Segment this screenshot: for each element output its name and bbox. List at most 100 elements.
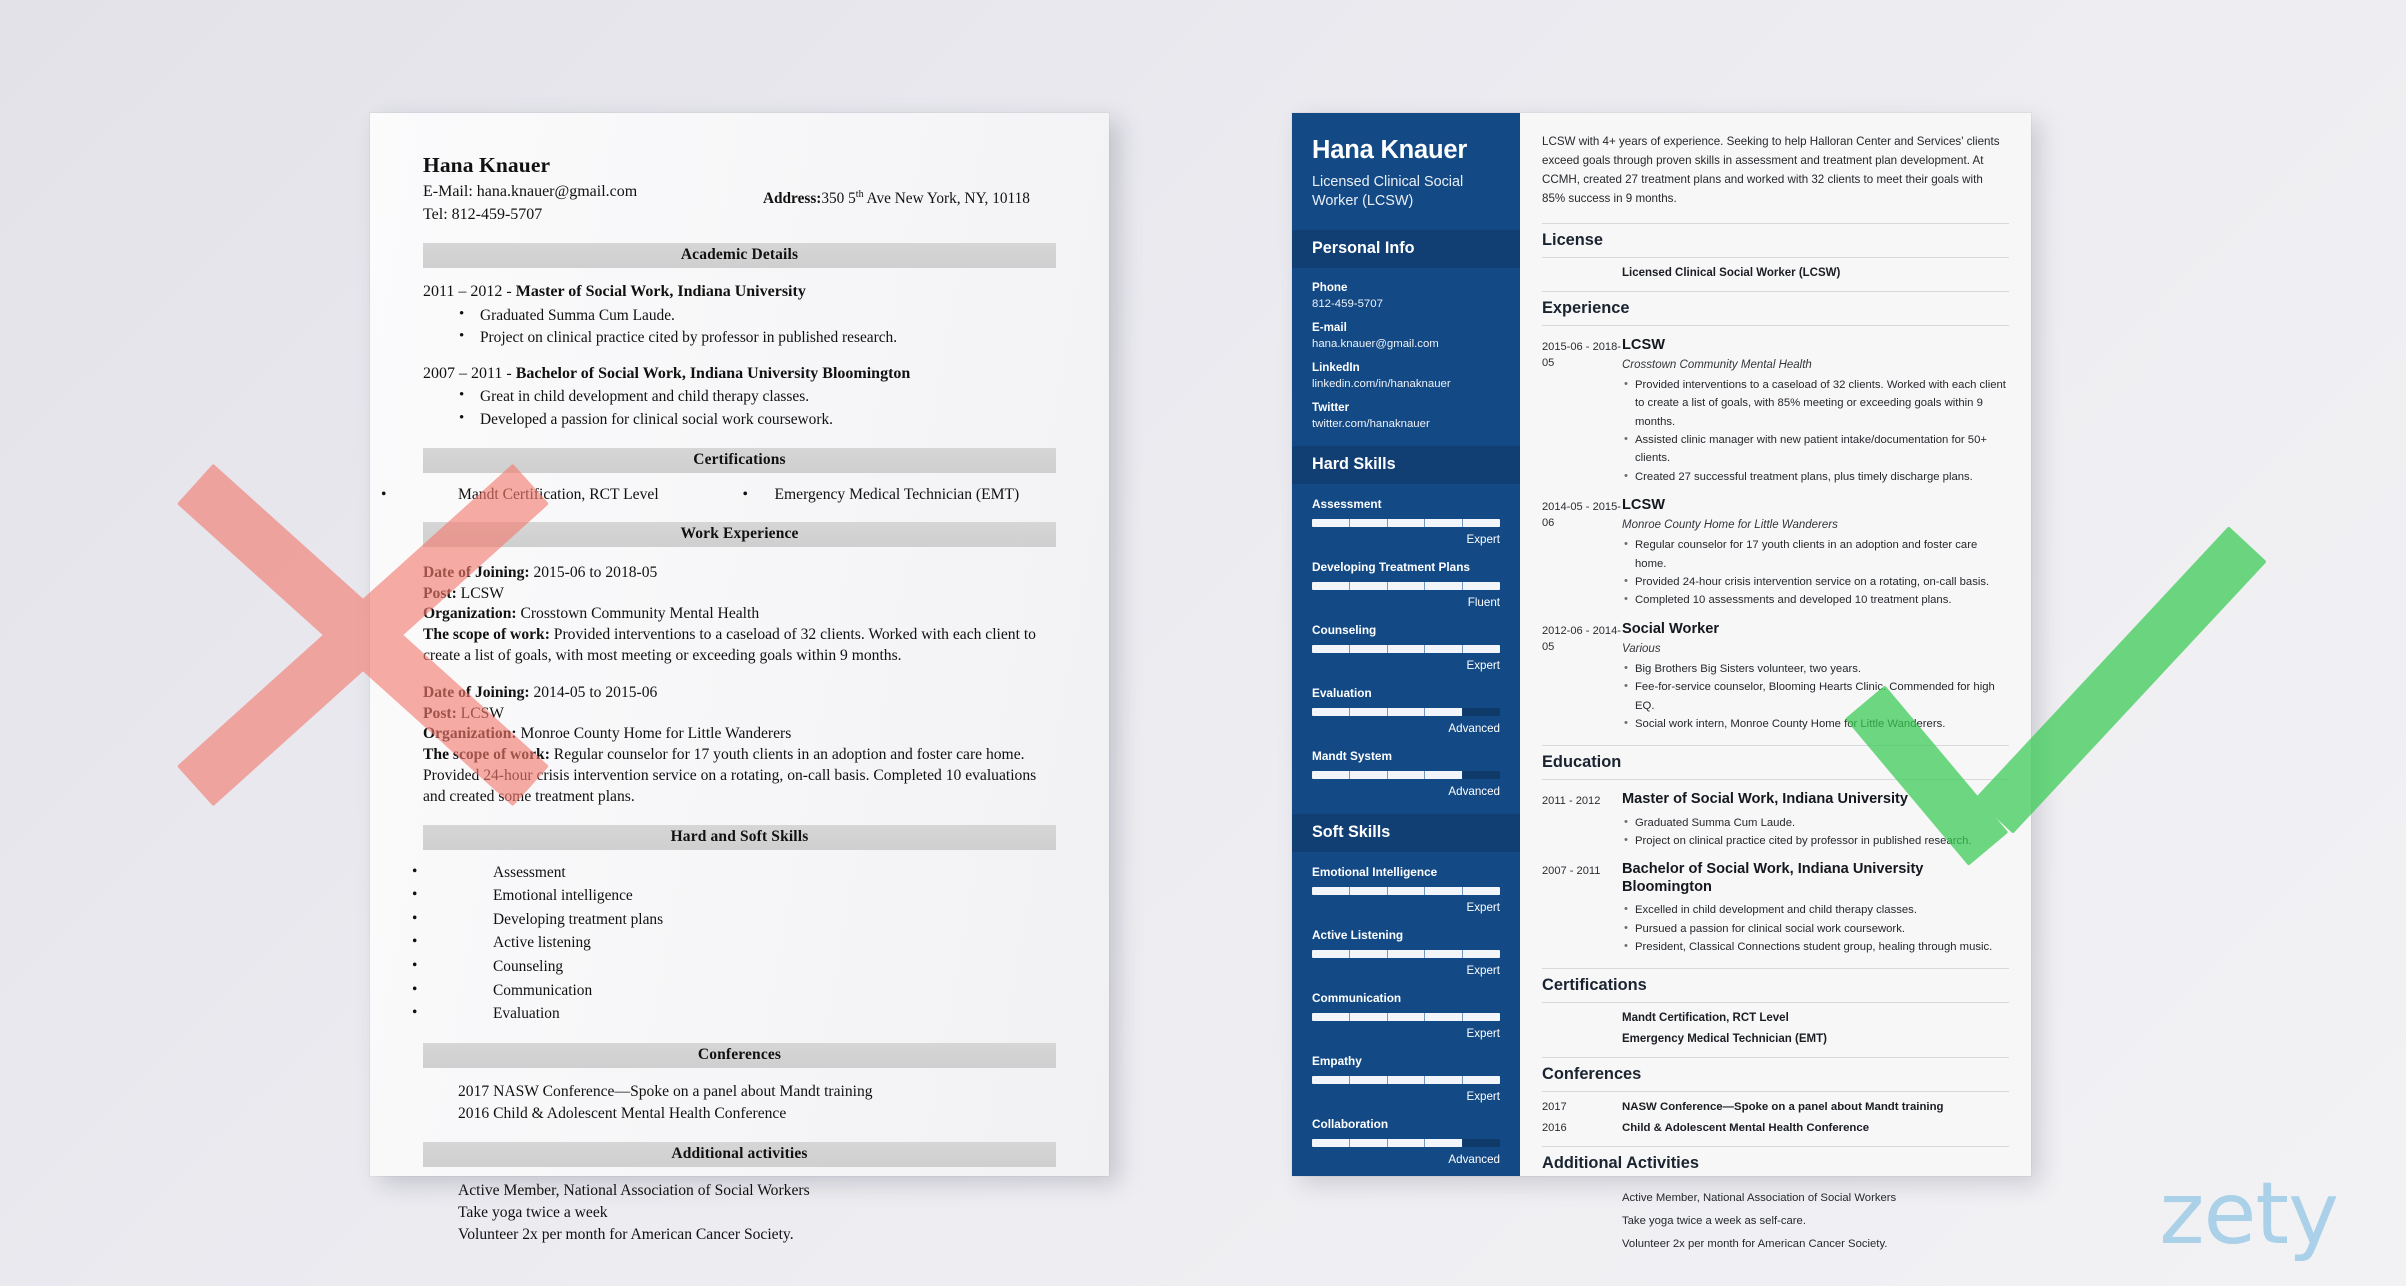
bad-address-value-pre: 350 5	[821, 190, 856, 208]
sidebar-header: Hana Knauer Licensed Clinical Social Wor…	[1292, 113, 1520, 230]
bad-additional-list: Active Member, National Association of S…	[423, 1180, 1056, 1246]
skill-name: Emotional Intelligence	[1312, 865, 1438, 880]
entry-body: LCSW Monroe County Home for Little Wander…	[1622, 497, 2009, 610]
bad-section-additional-heading: Additional activities	[423, 1141, 1056, 1167]
bad-section-skills-heading: Hard and Soft Skills	[423, 824, 1056, 850]
list-item: Assisted clinic manager with new patient…	[1622, 430, 2009, 468]
bad-education-years: 2007 – 2011 -	[423, 364, 516, 382]
heading-education: Education	[1542, 745, 2009, 781]
entry-title: Master of Social Work, Indiana Universit…	[1622, 791, 1909, 808]
list-item: Pursued a passion for clinical social wo…	[1622, 919, 2009, 938]
list-item: Evaluation	[412, 1001, 1056, 1026]
entry-date: 2014-05 - 2015-06	[1542, 500, 1621, 530]
skill-name: Evaluation	[1312, 686, 1372, 701]
bad-job-entry: Date of Joining: 2014-05 to 2015-06 Post:…	[423, 683, 1056, 808]
skill-level-label: Expert	[1466, 1027, 1500, 1041]
skill-level-label: Advanced	[1448, 1153, 1500, 1167]
entry-title: LCSW	[1622, 336, 1665, 353]
skill-bar-ticks	[1312, 645, 1500, 654]
skill-level-label: Expert	[1466, 901, 1500, 915]
skill-bar	[1312, 519, 1500, 528]
personal-info-value: twitter.com/hanaknauer	[1312, 418, 1430, 431]
bad-education-entry: 2011 – 2012 - Master of Social Work, Ind…	[423, 282, 1056, 349]
activity-item: Take yoga twice a week as self-care.	[1622, 1215, 1806, 1228]
bad-education-degree: Master of Social Work, Indiana Universit…	[515, 283, 806, 301]
activity-item: Active Member, National Association of S…	[1622, 1192, 1897, 1205]
skill-name: Empathy	[1312, 1054, 1362, 1069]
soft-skills-list: Emotional Intelligence Expert Active Liste…	[1292, 852, 1520, 1166]
bad-education-heading: 2011 – 2012 - Master of Social Work, Ind…	[423, 282, 1056, 303]
entry-title: LCSW	[1622, 496, 1665, 513]
bad-work-block: Date of Joining: 2015-06 to 2018-05 Post:…	[423, 563, 1056, 808]
list-item: Fee-for-service counselor, Blooming Hear…	[1622, 677, 2009, 715]
skill-bar-ticks	[1312, 519, 1500, 528]
skill-bar-ticks	[1312, 1139, 1500, 1148]
conference-title: NASW Conference—Spoke on a panel about M…	[1622, 1101, 1944, 1114]
bad-section-academic-heading: Academic Details	[423, 243, 1056, 269]
bad-job-post: Post: LCSW	[423, 584, 504, 602]
skill-level-label: Expert	[1466, 533, 1500, 547]
skill-name: Developing Treatment Plans	[1312, 560, 1470, 575]
skill-name: Assessment	[1312, 497, 1382, 512]
skill-bar	[1312, 887, 1500, 896]
bad-job-org: Organization: Monroe County Home for Lit…	[423, 725, 792, 743]
bad-header: Hana Knauer E-Mail: hana.knauer@gmail.co…	[423, 153, 1056, 226]
bad-education-bullets: Graduated Summa Cum Laude.Project on cli…	[423, 304, 1056, 349]
skill-level-label: Fluent	[1467, 596, 1500, 610]
resume-sidebar: Hana Knauer Licensed Clinical Social Wor…	[1292, 113, 1520, 1176]
skill-level-label: Advanced	[1448, 722, 1500, 736]
bad-certification-item: Mandt Certification, RCT Level	[381, 484, 740, 505]
bad-job-scope: The scope of work: Regular counselor for…	[423, 746, 1037, 805]
experience-list: 2015-06 - 2018-05 LCSW Crosstown Community…	[1542, 337, 2009, 734]
skill-name: Counseling	[1312, 623, 1377, 638]
bad-education-entry: 2007 – 2011 - Bachelor of Social Work, I…	[423, 364, 1056, 431]
soft-skill-item: Collaboration Advanced	[1312, 1117, 1500, 1166]
heading-license: License	[1542, 222, 2009, 258]
bad-job-org: Organization: Crosstown Community Mental…	[423, 605, 760, 623]
skill-bar-ticks	[1312, 708, 1500, 717]
entry-date: 2011 - 2012	[1542, 795, 1601, 808]
education-entry: 2007 - 2011 Bachelor of Social Work, Indi…	[1542, 861, 2009, 956]
skill-level-label: Advanced	[1448, 785, 1500, 799]
certifications-list: Mandt Certification, RCT Level Emergency …	[1542, 1012, 2009, 1045]
bad-resume-document: Hana Knauer E-Mail: hana.knauer@gmail.co…	[370, 113, 1109, 1243]
sidebar-heading-personal-info: Personal Info	[1292, 230, 1520, 269]
skill-bar	[1312, 1139, 1500, 1148]
resume-main-column: LCSW with 4+ years of experience. Seekin…	[1520, 113, 2031, 1250]
personal-info-label: E-mail	[1312, 321, 1347, 335]
skill-bar-ticks	[1312, 1076, 1500, 1085]
bad-certifications-row: Mandt Certification, RCT Level Emergency…	[381, 484, 1056, 505]
conference-year: 2017	[1542, 1101, 1567, 1114]
entry-organization: Monroe County Home for Little Wanderers	[1622, 519, 1838, 532]
soft-skill-item: Communication Expert	[1312, 991, 1500, 1040]
bad-education-heading: 2007 – 2011 - Bachelor of Social Work, I…	[423, 364, 1056, 385]
soft-skill-item: Empathy Expert	[1312, 1054, 1500, 1103]
conference-year: 2016	[1542, 1122, 1567, 1135]
skill-bar	[1312, 645, 1500, 654]
certification-item: Emergency Medical Technician (EMT)	[1622, 1033, 1827, 1046]
skill-bar-ticks	[1312, 1013, 1500, 1022]
list-item: Provided interventions to a caseload of …	[1622, 375, 2009, 431]
bad-education-degree: Bachelor of Social Work, Indiana Univers…	[515, 364, 911, 382]
resume-summary: LCSW with 4+ years of experience. Seekin…	[1542, 135, 2000, 205]
experience-entry: 2015-06 - 2018-05 LCSW Crosstown Community…	[1542, 337, 2009, 486]
bad-education-block: 2011 – 2012 - Master of Social Work, Ind…	[423, 282, 1056, 430]
bad-address-label: Address:	[763, 190, 822, 208]
conferences-list: 2017 NASW Conference—Spoke on a panel abo…	[1542, 1101, 2009, 1134]
list-item: Project on clinical practice cited by pr…	[423, 326, 1056, 349]
skill-name: Mandt System	[1312, 749, 1392, 764]
entry-bullets: Big Brothers Big Sisters volunteer, two …	[1622, 659, 2009, 733]
entry-bullets: Graduated Summa Cum Laude.Project on cli…	[1622, 813, 2009, 851]
bad-section-conferences-heading: Conferences	[423, 1042, 1056, 1068]
bad-education-years: 2011 – 2012 -	[423, 283, 516, 301]
entry-date: 2015-06 - 2018-05	[1542, 340, 1621, 370]
list-item: Communication	[412, 978, 1056, 1003]
conference-entry: 2017 NASW Conference—Spoke on a panel abo…	[1542, 1101, 2009, 1113]
conference-entry: 2016 Child & Adolescent Mental Health Con…	[1542, 1122, 2009, 1134]
personal-info-label: Phone	[1312, 281, 1348, 295]
list-item: Active listening	[412, 930, 1056, 955]
list-item: Provided 24-hour crisis intervention ser…	[1622, 572, 2009, 591]
personal-info-label: Twitter	[1312, 401, 1350, 415]
list-item: Developed a passion for clinical social …	[423, 408, 1056, 431]
list-item: Regular counselor for 17 youth clients i…	[1622, 535, 2009, 573]
